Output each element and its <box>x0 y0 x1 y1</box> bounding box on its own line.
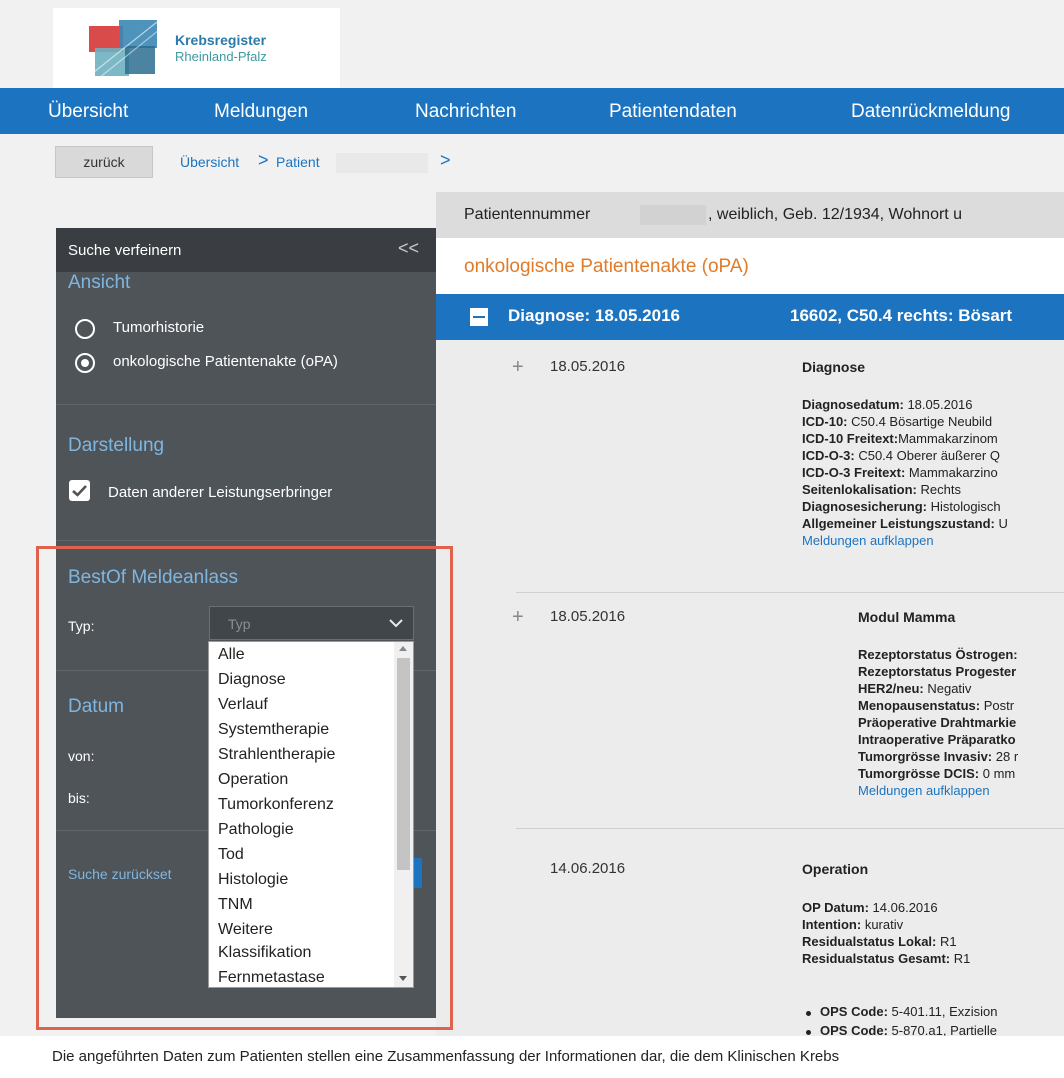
breadcrumb-overview[interactable]: Übersicht <box>180 154 239 170</box>
divider <box>56 404 436 405</box>
brand-name: Krebsregister <box>175 32 267 48</box>
back-button[interactable]: zurück <box>55 146 153 178</box>
entry-line: OP Datum: 14.06.2016 <box>802 900 938 915</box>
radio-tumorhistorie-label[interactable]: Tumorhistorie <box>113 319 204 336</box>
timeline-entries: + 18.05.2016 Diagnose Diagnosedatum: 18.… <box>436 340 1064 1038</box>
brand-logo[interactable]: Krebsregister Rheinland-Pfalz <box>53 8 340 88</box>
entry-heading: Modul Mamma <box>858 609 956 625</box>
entry-line: Residualstatus Gesamt: R1 <box>802 951 971 966</box>
sidebar-title: Suche verfeinern <box>68 242 182 259</box>
entry-line: Tumorgrösse DCIS: 0 mm <box>858 766 1016 781</box>
entry-line: ICD-10: C50.4 Bösartige Neubild <box>802 414 993 429</box>
nav-patientendaten[interactable]: Patientendaten <box>609 101 737 123</box>
expand-plus-icon[interactable]: + <box>512 356 524 379</box>
breadcrumb-separator-end: > <box>440 150 451 170</box>
entry-line: Rezeptorstatus Progester <box>858 664 1017 679</box>
entry-line: Diagnosesicherung: Histologisch <box>802 499 1001 514</box>
entry-heading: Diagnose <box>802 359 866 375</box>
opa-title: onkologische Patientenakte (oPA) <box>464 256 749 277</box>
radio-opa-label[interactable]: onkologische Patientenakte (oPA) <box>113 353 338 370</box>
expand-reports-link[interactable]: Meldungen aufklappen <box>858 783 990 798</box>
divider <box>56 540 436 541</box>
entry-line: Rezeptorstatus Östrogen: <box>858 647 1018 662</box>
entry-divider <box>516 592 1064 593</box>
redacted-patient-name <box>336 153 428 173</box>
entry-line: Allgemeiner Leistungszustand: U <box>802 516 1008 531</box>
section-ansicht-heading: Ansicht <box>68 272 131 293</box>
bullet-icon <box>806 1030 811 1035</box>
patient-details: , weiblich, Geb. 12/1934, Wohnort u <box>708 206 963 223</box>
brand-region: Rheinland-Pfalz <box>175 49 267 64</box>
redacted-patient-number <box>640 205 706 225</box>
entry-line: Präoperative Drahtmarkie <box>858 715 1017 730</box>
entry-line: ICD-O-3 Freitext: Mammakarzino <box>802 465 998 480</box>
entry-line: Menopausenstatus: Postr <box>858 698 1015 713</box>
sidebar-header: Suche verfeinern << <box>56 228 436 272</box>
breadcrumb-patient[interactable]: Patient <box>276 154 320 170</box>
collapse-minus-icon[interactable] <box>470 308 488 326</box>
entry-date: 18.05.2016 <box>550 358 626 375</box>
radio-opa[interactable] <box>75 353 95 373</box>
nav-meldungen[interactable]: Meldungen <box>214 101 308 123</box>
check-icon <box>72 485 87 497</box>
other-providers-label[interactable]: Daten anderer Leistungserbringer <box>108 484 332 501</box>
entry-line: Intraoperative Präparatko <box>858 732 1016 747</box>
patient-header: Patientennummer , weiblich, Geb. 12/1934… <box>436 192 1064 238</box>
main-nav: Übersicht Meldungen Nachrichten Patiente… <box>0 88 1064 134</box>
entry-line: HER2/neu: Negativ <box>858 681 972 696</box>
entry-divider <box>516 828 1064 829</box>
nav-nachrichten[interactable]: Nachrichten <box>415 101 516 123</box>
other-providers-checkbox[interactable] <box>69 480 90 501</box>
radio-tumorhistorie[interactable] <box>75 319 95 339</box>
section-darstellung-heading: Darstellung <box>68 435 165 456</box>
patient-number-label: Patientennummer <box>464 206 591 223</box>
breadcrumb-separator: > <box>258 150 269 170</box>
diagnosis-title: Diagnose: 18.05.2016 <box>508 306 680 325</box>
entry-date: 14.06.2016 <box>550 860 626 877</box>
footer-disclaimer: Die angeführten Daten zum Patienten stel… <box>52 1048 840 1065</box>
nav-uebersicht[interactable]: Übersicht <box>48 101 128 123</box>
entry-line: Residualstatus Lokal: R1 <box>802 934 957 949</box>
diagnosis-code: 16602, C50.4 rechts: Bösart <box>790 306 1013 325</box>
opa-header: onkologische Patientenakte (oPA) <box>436 238 1064 294</box>
nav-datenrueckmeldung[interactable]: Datenrückmeldung <box>851 101 1010 123</box>
krebsregister-logo-icon <box>89 20 159 78</box>
footer: Die angeführten Daten zum Patienten stel… <box>0 1036 1064 1078</box>
entry-line: Tumorgrösse Invasiv: 28 r <box>858 749 1019 764</box>
entry-line: ICD-10 Freitext:Mammakarzinom <box>802 431 998 446</box>
entry-date: 18.05.2016 <box>550 608 626 625</box>
entry-line: Diagnosedatum: 18.05.2016 <box>802 397 973 412</box>
entry-line: Intention: kurativ <box>802 917 904 932</box>
entry-line: ICD-O-3: C50.4 Oberer äußerer Q <box>802 448 1000 463</box>
expand-plus-icon[interactable]: + <box>512 606 524 629</box>
collapse-icon[interactable]: << <box>398 238 419 259</box>
entry-heading: Operation <box>802 861 869 877</box>
annotation-highlight-frame <box>36 546 453 1030</box>
entry-line: Seitenlokalisation: Rechts <box>802 482 961 497</box>
expand-reports-link[interactable]: Meldungen aufklappen <box>802 533 934 548</box>
bullet-icon <box>806 1011 811 1016</box>
ops-code-line: OPS Code: 5-401.11, Exzision <box>820 1004 998 1019</box>
diagnosis-accordion-header[interactable]: Diagnose: 18.05.2016 16602, C50.4 rechts… <box>436 294 1064 340</box>
